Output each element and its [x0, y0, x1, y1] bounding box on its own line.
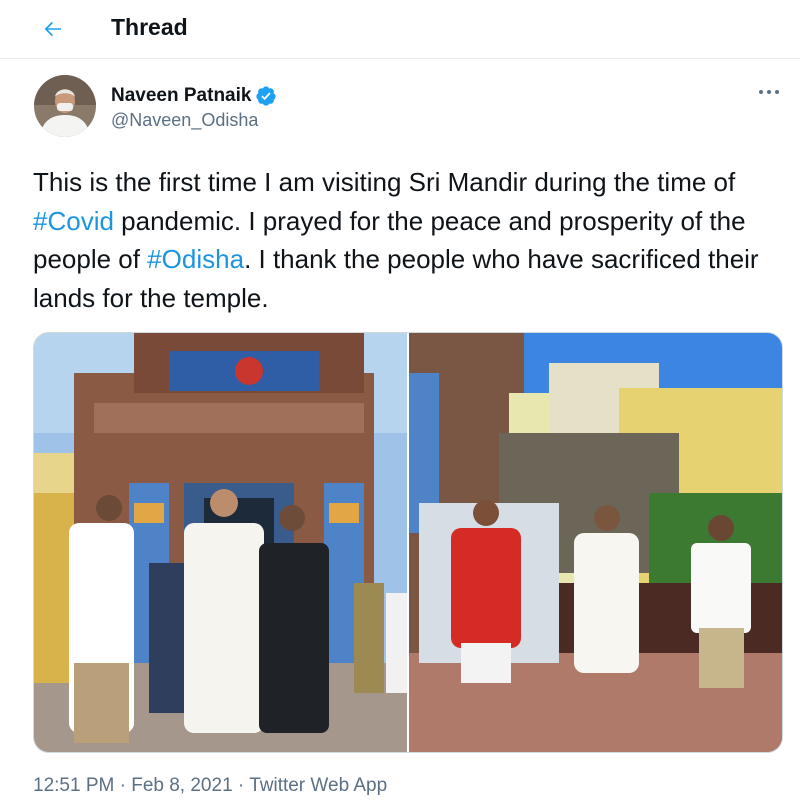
media-photo-temple-entrance[interactable] [34, 333, 407, 752]
hashtag-odisha-link[interactable]: #Odisha [147, 244, 244, 274]
tweet-timestamp-link[interactable]: 12:51 PM · Feb 8, 2021 [33, 775, 233, 796]
more-dots-icon [759, 90, 779, 94]
tweet-metadata: 12:51 PM · Feb 8, 2021 · Twitter Web App [33, 775, 387, 797]
author-name-text[interactable]: Naveen Patnaik [111, 85, 251, 107]
page-title: Thread [111, 14, 188, 40]
tweet-media [33, 332, 783, 753]
verified-badge-icon [255, 85, 277, 107]
meta-separator: · [232, 775, 250, 796]
tweet-text-segment: This is the first time I am visiting Sri… [33, 167, 736, 197]
tweet-time[interactable]: 12:51 PM [33, 775, 114, 796]
tweet-date[interactable]: Feb 8, 2021 [131, 775, 232, 796]
avatar[interactable] [34, 75, 96, 137]
back-button[interactable] [36, 12, 70, 46]
meta-separator: · [114, 775, 132, 796]
hashtag-covid-link[interactable]: #Covid [33, 206, 114, 236]
back-arrow-icon [44, 21, 61, 37]
tweet-source-link[interactable]: Twitter Web App [249, 775, 387, 796]
author-handle[interactable]: @Naveen_Odisha [111, 110, 258, 131]
thread-header: Thread [0, 0, 800, 59]
tweet-text: This is the first time I am visiting Sri… [33, 163, 783, 317]
media-photo-temple-courtyard[interactable] [409, 333, 782, 752]
author-name[interactable]: Naveen Patnaik [111, 85, 277, 107]
more-options-button[interactable] [752, 80, 786, 104]
